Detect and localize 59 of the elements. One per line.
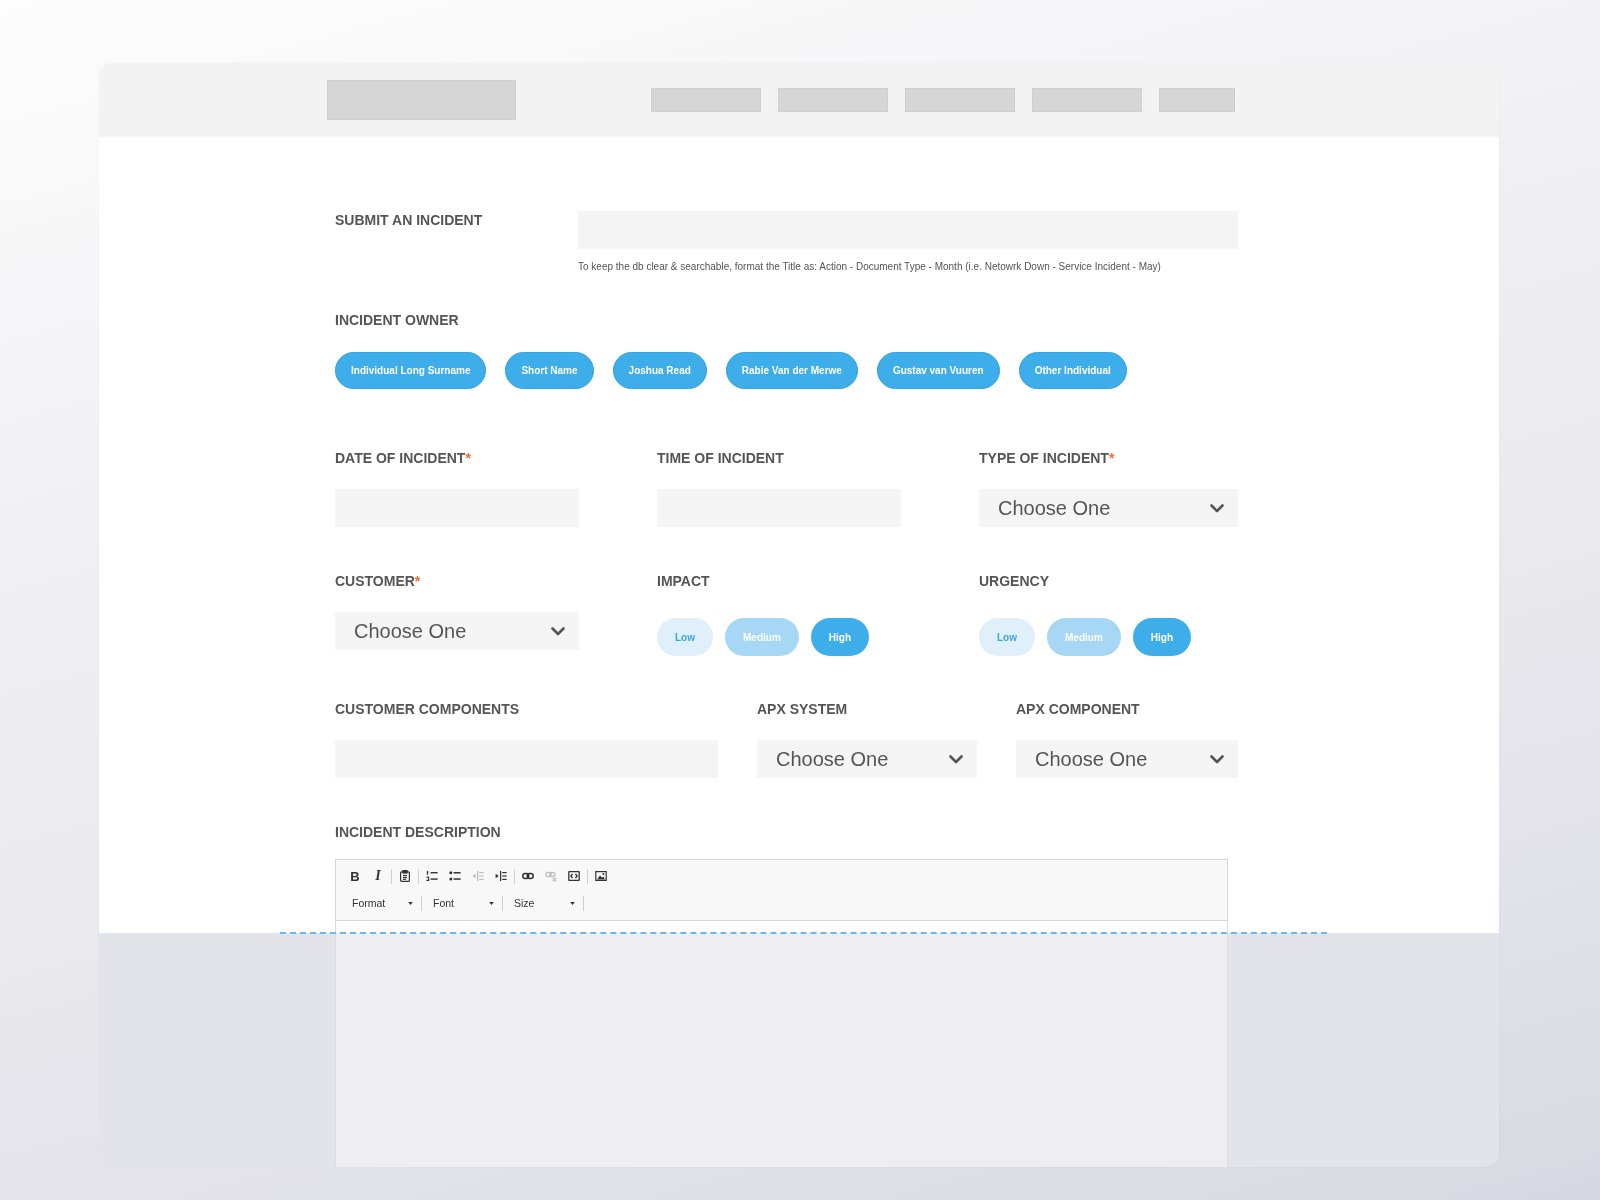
owner-chip[interactable]: Gustav van Vuuren — [876, 352, 1000, 389]
toolbar-dropdown[interactable]: Format — [345, 893, 417, 913]
field-label: IMPACT — [657, 573, 710, 589]
level-option[interactable]: Low — [979, 618, 1035, 656]
indent-icon — [495, 870, 507, 882]
numbered-list-icon — [426, 870, 438, 882]
owner-chip[interactable]: Individual Long Surname — [335, 352, 487, 389]
dropdown[interactable]: Choose One — [757, 740, 977, 778]
required-marker: * — [465, 450, 471, 466]
level-option[interactable]: Medium — [725, 618, 799, 656]
unlink-icon — [545, 870, 557, 882]
field-label: APX COMPONENT — [1016, 701, 1140, 717]
field-label: TIME OF INCIDENT — [657, 450, 784, 466]
bulleted-list-icon — [449, 870, 461, 882]
dropdown[interactable]: Choose One — [335, 612, 579, 650]
field-label: DATE OF INCIDENT — [335, 450, 466, 466]
dropdown[interactable]: Choose One — [1016, 740, 1238, 778]
chevron-down-icon — [551, 626, 565, 636]
required-marker: * — [414, 573, 421, 589]
field-label: URGENCY — [979, 573, 1049, 589]
field-label: CUSTOMER COMPONENTS — [335, 701, 520, 717]
outdent-icon — [472, 870, 484, 882]
level-option[interactable]: Low — [657, 618, 713, 656]
caret-icon — [489, 901, 494, 905]
toolbar-dropdown[interactable]: Size — [507, 893, 579, 913]
caret-icon — [408, 901, 413, 905]
editor-text-area[interactable] — [335, 921, 1228, 1167]
nav-placeholder[interactable] — [1159, 88, 1235, 112]
field-label: SUBMIT AN INCIDENT — [335, 212, 483, 228]
toolbar-dropdown[interactable]: Font — [426, 893, 498, 913]
level-option[interactable]: Medium — [1047, 618, 1121, 656]
nav-placeholder[interactable] — [778, 88, 888, 112]
clipboard-icon — [399, 870, 411, 882]
field-label: APX SYSTEM — [757, 701, 848, 717]
chevron-down-icon — [949, 754, 963, 764]
level-option[interactable]: High — [810, 618, 869, 656]
owner-chip[interactable]: Short Name — [505, 352, 594, 389]
owner-chip[interactable]: Joshua Read — [612, 352, 707, 389]
field-label: INCIDENT DESCRIPTION — [335, 824, 501, 840]
owner-chip[interactable]: Rabie Van der Merwe — [725, 352, 858, 389]
code-icon — [568, 870, 580, 882]
chevron-down-icon — [1210, 754, 1224, 764]
link-icon — [522, 870, 534, 882]
field-label: TYPE OF INCIDENT — [979, 450, 1109, 466]
nav-placeholder[interactable] — [905, 88, 1015, 112]
hint-text: To keep the db clear & searchable, format the Title as: Action - Document Type - Month (i.e. Netowrk Down - Service Incident - May) — [578, 260, 1162, 274]
level-option[interactable]: High — [1132, 618, 1191, 656]
image-icon — [595, 870, 607, 882]
field-label: CUSTOMER — [335, 573, 415, 589]
italic-button[interactable]: I — [368, 866, 388, 886]
field-label: INCIDENT OWNER — [335, 312, 459, 328]
dropdown[interactable]: Choose One — [979, 489, 1238, 527]
caret-icon — [570, 901, 575, 905]
owner-chip[interactable]: Other Individual — [1018, 352, 1127, 389]
bold-button[interactable]: B — [345, 866, 365, 886]
nav-placeholder[interactable] — [651, 88, 761, 112]
chevron-down-icon — [1210, 503, 1224, 513]
required-marker: * — [1108, 450, 1115, 466]
nav-placeholder[interactable] — [1032, 88, 1142, 112]
